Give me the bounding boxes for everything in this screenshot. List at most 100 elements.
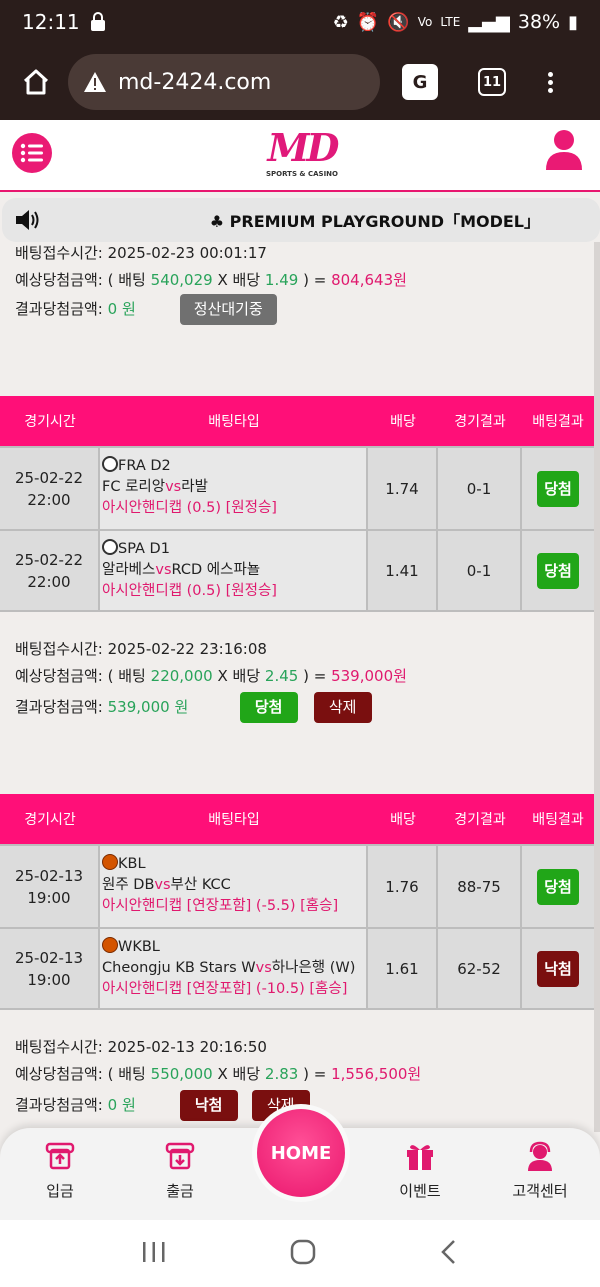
url-bar[interactable]: md-2424.com [68, 54, 380, 110]
equals-text: ) = [303, 271, 327, 289]
league: KBL [118, 856, 146, 872]
nav-withdraw[interactable]: 출금 [140, 1140, 220, 1201]
withdraw-icon [165, 1142, 195, 1170]
result-cell: 당첨 [522, 531, 594, 610]
expected-row: 예상당첨금액: ( 배팅 220,000 X 배당 2.45 ) = 539,0… [15, 663, 579, 690]
more-menu-button[interactable] [548, 71, 553, 93]
match-hour: 19:00 [27, 888, 71, 907]
basketball-icon [102, 854, 118, 870]
alarm-icon: ⏰ [356, 11, 380, 33]
bet-time-label: 배팅접수시간: [15, 1038, 103, 1056]
deposit-icon [45, 1142, 75, 1170]
vs-text: vs [165, 479, 182, 495]
score: 0-1 [438, 531, 522, 610]
list-menu-icon [20, 143, 43, 163]
result-label: 결과당첨금액: [15, 1096, 103, 1114]
result-cell: 낙첨 [522, 929, 594, 1008]
score: 0-1 [438, 448, 522, 529]
user-button[interactable] [546, 128, 582, 172]
home-fab-label: HOME [257, 1109, 345, 1197]
win-badge: 당첨 [537, 868, 579, 905]
logo-subtitle: SPORTS & CASINO [265, 170, 338, 178]
expected-open: ( 배팅 [107, 1065, 146, 1083]
odds: 1.76 [368, 846, 438, 927]
pending-status-button[interactable]: 정산대기중 [179, 294, 277, 325]
browser-toolbar: md-2424.com G 11 [0, 44, 600, 120]
back-icon [440, 1239, 455, 1264]
league: FRA D2 [118, 458, 171, 474]
url-text: md-2424.com [118, 69, 272, 95]
clock: 12:11 [22, 10, 80, 34]
system-nav-bar [0, 1220, 600, 1287]
payout-value: 539,000원 [331, 667, 407, 685]
market: 아시안핸디캡 (0.5) [원정승] [102, 583, 277, 599]
stake-value: 540,029 [150, 271, 213, 289]
site-logo[interactable]: MD SPORTS & CASINO [262, 126, 342, 188]
battery-icon: ▮ [568, 11, 578, 33]
result-win-button[interactable]: 당첨 [239, 692, 298, 723]
nav-support[interactable]: 고객센터 [500, 1140, 580, 1201]
odds-value: 2.83 [264, 1065, 299, 1083]
result-amount: 539,000 원 [107, 698, 189, 716]
back-button[interactable] [439, 1239, 459, 1269]
match-time: 25-02-13 19:00 [0, 846, 100, 927]
match-hour: 22:00 [27, 572, 71, 591]
tab-switcher-button[interactable]: 11 [478, 68, 506, 96]
market: 아시안핸디캡 [연장포함] (-10.5) [홈승] [102, 981, 348, 997]
col-time: 경기시간 [24, 414, 76, 430]
result-cell: 당첨 [522, 448, 594, 529]
bet-type: KBL 원주 DBvs부산 KCC 아시안핸디캡 [연장포함] (-5.5) [… [100, 846, 368, 927]
notice-text: ♣ PREMIUM PLAYGROUND「MODEL」 [209, 212, 540, 231]
win-badge: 당첨 [537, 552, 579, 589]
speaker-icon [8, 200, 48, 240]
odds: 1.41 [368, 531, 438, 610]
match-time: 25-02-22 22:00 [0, 448, 100, 529]
tab-count: 11 [482, 74, 502, 90]
home-icon [23, 69, 49, 95]
x-odds-text: X 배당 [217, 1065, 261, 1083]
bet-block: 경기시간 배팅타입 배당 경기결과 배팅결과 25-02-13 19:00 KBL… [0, 794, 594, 1121]
equals-text: ) = [303, 667, 327, 685]
stake-value: 550,000 [150, 1065, 213, 1083]
nav-event[interactable]: 이벤트 [380, 1140, 460, 1201]
lose-badge: 낙첨 [537, 950, 579, 987]
result-row: 결과당첨금액: 539,000 원 당첨 삭제 [15, 692, 579, 723]
bet-type: WKBL Cheongju KB Stars Wvs하나은행 (W) 아시안핸디… [100, 929, 368, 1008]
mute-icon: 🔇 [387, 11, 410, 33]
nav-deposit-label: 입금 [46, 1182, 74, 1200]
recent-apps-button[interactable] [141, 1241, 167, 1267]
odds-value: 2.45 [264, 667, 299, 685]
col-type: 배팅타입 [208, 812, 260, 828]
bet-time-value: 2025-02-22 23:16:08 [107, 640, 267, 658]
bet-history-list[interactable]: 배팅접수시간: 2025-02-23 00:01:17 예상당첨금액: ( 배팅… [0, 242, 594, 1132]
stake-value: 220,000 [150, 667, 213, 685]
table-row: 25-02-13 19:00 KBL 원주 DBvs부산 KCC 아시안핸디캡 [… [0, 844, 594, 927]
market: 아시안핸디캡 (0.5) [원정승] [102, 500, 277, 516]
scrollbar[interactable] [594, 242, 600, 1132]
bet-time-row: 배팅접수시간: 2025-02-13 20:16:50 [15, 1034, 579, 1061]
soccer-ball-icon [102, 539, 118, 555]
result-lose-button[interactable]: 낙첨 [179, 1090, 238, 1121]
home-fab-button[interactable]: HOME [252, 1104, 350, 1202]
nav-deposit[interactable]: 입금 [20, 1140, 100, 1201]
result-row: 결과당첨금액: 0 원 정산대기중 [15, 294, 579, 325]
score: 62-52 [438, 929, 522, 1008]
col-time: 경기시간 [24, 812, 76, 828]
browser-home-button[interactable] [14, 60, 58, 104]
menu-button[interactable] [12, 133, 52, 173]
bet-summary: 배팅접수시간: 2025-02-23 00:01:17 예상당첨금액: ( 배팅… [0, 242, 594, 325]
col-odds: 배당 [390, 414, 416, 430]
delete-button[interactable]: 삭제 [313, 692, 372, 723]
bet-time-label: 배팅접수시간: [15, 244, 103, 262]
odds-value: 1.49 [264, 271, 299, 289]
odds: 1.74 [368, 448, 438, 529]
site-header: MD SPORTS & CASINO [0, 120, 600, 192]
nav-event-label: 이벤트 [399, 1182, 441, 1200]
system-home-button[interactable] [290, 1239, 316, 1269]
result-amount: 0 원 [107, 300, 136, 318]
score: 88-75 [438, 846, 522, 927]
home-team: Cheongju KB Stars W [102, 960, 256, 976]
translate-button[interactable]: G [402, 64, 438, 100]
warning-icon[interactable] [82, 70, 108, 94]
basketball-icon [102, 937, 118, 953]
